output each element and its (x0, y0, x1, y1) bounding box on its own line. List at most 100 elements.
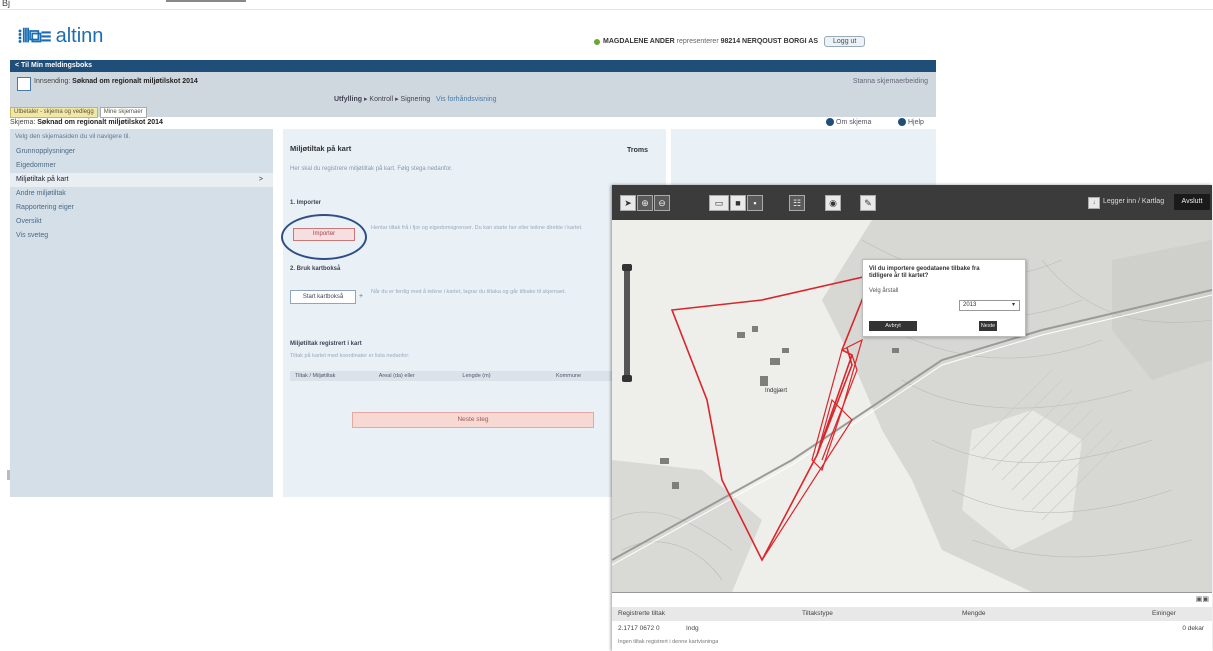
logo-text: altinn (55, 24, 104, 47)
org-name: 98214 NERQOUST BORGI AS (720, 38, 819, 45)
map-hint: Når du er ferdig med å teikne i kartet, … (371, 289, 567, 295)
zoom-slider[interactable] (622, 264, 632, 382)
browser-strip: Bj (0, 0, 1213, 10)
form-title-text: Søknad om regionalt miljøtilskot 2014 (72, 78, 198, 85)
form-title: Innsending: Søknad om regionalt miljøtil… (34, 78, 198, 85)
subject-line: Skjema: Søknad om regionalt miljøtilskot… (10, 118, 936, 127)
back-to-inbox-link[interactable]: < Til Min meldingsboks (10, 62, 92, 69)
page-description: Her skal du registrere miljøtiltak på ka… (290, 166, 453, 172)
table-row[interactable]: 2.1717 0672 0 Indg 0 dekar (612, 623, 1212, 635)
sidebar-item-label: Miljøtiltak på kart (16, 176, 69, 183)
import-question: Vil du importere geodataene tilbake fra … (869, 266, 980, 279)
edit-icon[interactable]: ✎ (860, 195, 876, 211)
sidebar-item-grunnopplysninger[interactable]: Grunnopplysninger (10, 145, 273, 159)
measures-panel-header: Registrerte tiltak Tiltakstype Mengde Ei… (612, 607, 1212, 621)
step1-heading: 1. Importer (290, 200, 322, 206)
next-button[interactable]: Neste (979, 321, 997, 331)
eye-icon[interactable]: ◉ (825, 195, 841, 211)
panel-col-units: Eininger (1152, 610, 1176, 617)
page-title: Miljøtiltak på kart (290, 144, 352, 153)
sidebar-item-andre-miljotiltak[interactable]: Andre miljøtiltak (10, 187, 273, 201)
step-control: Kontroll (369, 96, 394, 103)
county-label: Troms (627, 147, 649, 154)
sidebar-item-vis[interactable]: Vis sveteg (10, 229, 273, 243)
preview-link[interactable]: Vis forhåndsvisning (436, 96, 497, 103)
finish-button[interactable]: Avslutt (1174, 194, 1210, 210)
sidebar-item-rapportering[interactable]: Rapportering eiger (10, 201, 273, 215)
zoom-plus-handle[interactable] (622, 264, 632, 271)
step2-heading: 2. Bruk kartbokså (290, 266, 341, 272)
row-id: 2.1717 0672 0 (618, 625, 660, 632)
year-select[interactable]: 2013 ▾ (959, 300, 1020, 311)
main-content: Miljøtiltak på kart Troms Her skal du re… (281, 129, 666, 497)
layers-icon[interactable]: ▭ (709, 195, 729, 211)
chevron-down-icon: ▾ (1011, 302, 1015, 308)
form-tabs: Utbetaler - skjema og vedlegg Mine skjem… (10, 107, 149, 118)
panel-col-type: Tiltakstype (802, 610, 833, 617)
logout-button[interactable]: Logg ut (824, 36, 866, 47)
square-icon[interactable]: ■ (730, 195, 746, 211)
col-area: Areal (da) eller (378, 373, 415, 379)
plus-icon: + (359, 293, 364, 300)
place-label: Indgjært (765, 388, 787, 394)
row-value: 0 dekar (1182, 625, 1204, 632)
tab-my-forms[interactable]: Mine skjemaer (99, 107, 147, 118)
info-icon (826, 118, 834, 126)
subject-prefix: Skjema: (10, 119, 36, 126)
altinn-logo-icon: ⁞⦀⧉≡ (17, 25, 52, 47)
process-steps: Utfylling ▸ Kontroll ▸ Signering Vis for… (334, 96, 497, 103)
panel-window-icons[interactable]: ▣▣ (1196, 595, 1209, 603)
zoom-in-icon[interactable]: ⊕ (637, 195, 653, 211)
sidebar-item-miljotiltak-kart[interactable]: Miljøtiltak på kart > (10, 173, 273, 187)
zoom-out-icon[interactable]: ⊖ (654, 195, 670, 211)
stop-editing-link[interactable]: Stanna skjemaerbeiding (853, 78, 928, 85)
open-map-button[interactable]: Start kartbokså (290, 290, 356, 304)
step-sign: Signering (400, 96, 431, 103)
browser-tab-indicator (166, 0, 246, 10)
table-icon[interactable]: ☷ (789, 195, 805, 211)
zoom-track[interactable] (624, 264, 630, 382)
import-button[interactable]: Importer (293, 228, 355, 241)
help-icon (898, 118, 906, 126)
pointer-icon[interactable]: ➤ (620, 195, 636, 211)
zoom-minus-handle[interactable] (622, 375, 632, 382)
navbar: < Til Min meldingsboks (10, 60, 936, 72)
help-link[interactable]: Hjelp (898, 118, 924, 126)
col-measure: Tiltak / Miljøtiltak (295, 373, 336, 379)
user-name: MAGDALENE ANDER (603, 38, 675, 45)
row-name: Indg (686, 625, 699, 632)
step-fill: Utfylling (334, 96, 362, 103)
user-status-icon (594, 38, 600, 45)
sidebar-item-oversikt[interactable]: Oversikt (10, 215, 273, 229)
map-window: ➤ ⊕ ⊖ ▭ ■ ▪ ☷ ◉ ✎ ↓ Legger inn / Kartlag… (612, 185, 1212, 651)
altinn-logo[interactable]: ⁞⦀⧉≡ altinn (17, 24, 103, 48)
panel-col-amount: Mengde (962, 610, 986, 617)
map-canvas[interactable]: Indgjært Vil du importere geodataene til… (612, 220, 1212, 592)
sidebar-item-eigedommer[interactable]: Eigedommer (10, 159, 273, 173)
next-step-button[interactable]: Neste steg (352, 412, 594, 428)
tab-attachments[interactable]: Utbetaler - skjema og vedlegg (10, 107, 98, 118)
panel-col-registered: Registrerte tiltak (618, 610, 665, 617)
layers-toggle-icon[interactable]: ↓ (1088, 197, 1100, 209)
form-header: Innsending: Søknad om regionalt miljøtil… (10, 72, 936, 117)
resize-handle[interactable] (7, 470, 10, 480)
about-form-label: Om skjema (836, 118, 872, 126)
grid-icon[interactable]: ▪ (747, 195, 763, 211)
help-label: Hjelp (908, 118, 924, 126)
layers-label[interactable]: Legger inn / Kartlag (1103, 198, 1164, 205)
strip-text: Bj (2, 0, 11, 8)
chevron-right-icon: > (258, 176, 263, 183)
about-form-link[interactable]: Om skjema (826, 118, 871, 126)
measures-panel: ▣▣ Registrerte tiltak Tiltakstype Mengde… (612, 592, 1212, 651)
panel-footer-text: Ingen tiltak registrert i denne kartvisn… (618, 639, 719, 645)
form-title-prefix: Innsending: (34, 78, 71, 85)
sidebar-intro: Velg den skjemasiden du vil navigere til… (15, 133, 131, 140)
measures-table-header: Tiltak / Miljøtiltak Areal (da) eller Le… (290, 371, 615, 381)
sidebar: Velg den skjemasiden du vil navigere til… (10, 129, 273, 497)
col-length: Lengde (m) (462, 373, 491, 379)
cancel-button[interactable]: Avbryt (869, 321, 917, 331)
user-bar: MAGDALENE ANDER representerer 98214 NERQ… (594, 36, 866, 47)
map-toolbar: ➤ ⊕ ⊖ ▭ ■ ▪ ☷ ◉ ✎ ↓ Legger inn / Kartlag… (612, 185, 1212, 220)
import-hint: Hentar tiltak frå i fjor og eigedomsgren… (371, 225, 583, 231)
year-select-label: Velg årstall (869, 288, 899, 294)
